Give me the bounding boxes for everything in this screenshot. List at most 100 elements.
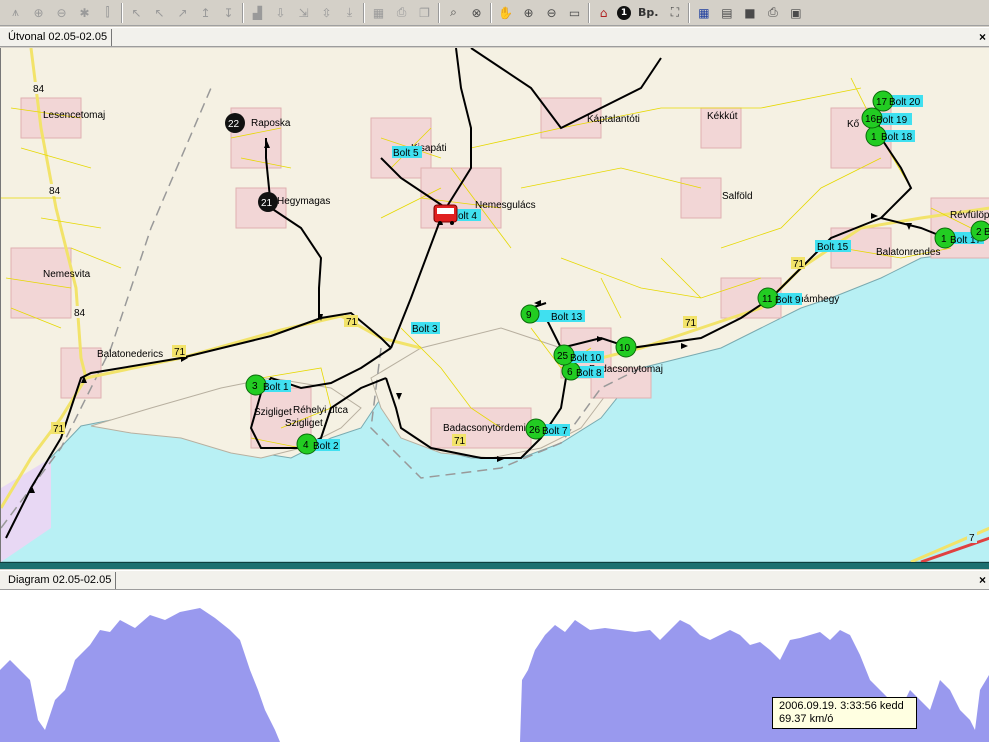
number-one-icon[interactable]: 1 — [617, 5, 631, 20]
ruler-icon[interactable]: ▭ — [565, 3, 584, 22]
zoom-out-icon[interactable]: ⊖ — [52, 3, 71, 22]
tooltip-timestamp: 2006.09.19. 3:33:56 kedd — [779, 700, 904, 712]
road-number: 84 — [74, 308, 86, 319]
diagram-pane-tab[interactable]: Diagram 02.05-02.05 — [4, 572, 117, 589]
pointer-delete-icon[interactable]: ↧ — [219, 3, 238, 22]
stop-number: 1 — [941, 234, 947, 245]
road-number: 71 — [793, 259, 805, 270]
print-icon[interactable]: ⎙ — [763, 3, 782, 22]
stop-number: 3 — [252, 381, 258, 392]
fullscreen-icon[interactable]: ⛶ — [665, 3, 684, 22]
download-icon[interactable]: ⇩ — [271, 3, 290, 22]
toolbar-separator — [688, 2, 691, 23]
stop-number: 11 — [762, 294, 773, 305]
printer-icon[interactable]: ⎙ — [392, 3, 411, 22]
layers-icon[interactable]: ▤ — [717, 3, 736, 22]
zoom-in-icon[interactable]: ⊕ — [29, 3, 48, 22]
stop-label: Bolt 9 — [775, 295, 801, 306]
camera-icon[interactable]: ■ — [740, 3, 759, 22]
town-label: Szigliget — [285, 418, 323, 429]
town-label: Lesencetomaj — [43, 110, 105, 121]
stop-21[interactable]: 21 — [258, 192, 278, 212]
stop-number: 16 — [865, 114, 877, 125]
pointer-icon[interactable]: ↖ — [127, 3, 146, 22]
stop-bolt-20[interactable]: 17 Bolt 20 — [872, 90, 923, 112]
table-icon[interactable]: ▦ — [369, 3, 388, 22]
town-label: Salföld — [722, 191, 753, 202]
stop-label: Bolt 19 — [876, 115, 908, 126]
zoom-fit-icon[interactable]: ⊗ — [467, 3, 486, 22]
town-label: Révfülöp — [950, 210, 989, 221]
grid-icon[interactable]: ▦ — [694, 3, 713, 22]
toolbar-separator — [242, 2, 244, 23]
stop-bolt-3[interactable]: Bolt 3 — [411, 322, 440, 335]
chart-icon[interactable]: ▟ — [248, 3, 267, 22]
stop-number: 1 — [871, 132, 877, 143]
stop-label: Bolt 20 — [889, 97, 921, 108]
stop-number: 22 — [228, 119, 240, 130]
route-tool-icon[interactable]: ⫿ — [98, 3, 117, 22]
pane-splitter[interactable] — [0, 562, 989, 569]
budapest-label-icon[interactable]: Bp. — [635, 3, 661, 22]
road-number: 71 — [174, 347, 186, 358]
stop-number: 2 — [976, 227, 982, 238]
stop-number: 26 — [529, 425, 541, 436]
toolbar-separator — [438, 2, 440, 23]
town-label: Nemesvita — [43, 269, 91, 280]
stop-number: 4 — [303, 440, 309, 451]
town-label: Balatonrendes — [876, 247, 941, 258]
stop-number: 25 — [557, 351, 569, 362]
stop-bolt-15[interactable]: Bolt 15 — [815, 240, 851, 253]
route-map[interactable]: Lesencetomaj Raposka Hegymagas Kisapáti … — [0, 48, 989, 562]
stop-10[interactable]: 10 — [615, 336, 637, 358]
road-number: 71 — [346, 317, 358, 328]
stop-label: Bolt 15 — [817, 242, 849, 253]
stop-label: Bolt 18 — [881, 132, 913, 143]
tooltip-speed: 69.37 km/ó — [779, 713, 834, 725]
map-pane-close-button[interactable]: × — [979, 29, 986, 46]
town-label: Kékkút — [707, 111, 738, 122]
stop-bolt-5[interactable]: Bolt 5 — [392, 146, 422, 159]
save-down-icon[interactable]: ⤓ — [340, 3, 359, 22]
diagram-pane-header: Diagram 02.05-02.05 × — [0, 570, 989, 590]
hand-pan-icon[interactable]: ✋ — [496, 3, 515, 22]
town-label: Kő — [847, 119, 860, 130]
clipboard-icon[interactable]: ▣ — [786, 3, 805, 22]
stop-label: Bolt 2 — [313, 441, 339, 452]
toolbar-separator — [121, 2, 123, 23]
town-label: Réhelyi utca — [293, 405, 348, 416]
town-label: Szigliget — [254, 407, 292, 418]
export-icon[interactable]: ⇲ — [294, 3, 313, 22]
map-pane-tab[interactable]: Útvonal 02.05-02.05 — [4, 29, 113, 46]
magnify-minus-icon[interactable]: ⊖ — [542, 3, 561, 22]
stop-label: olt 4 — [458, 211, 477, 222]
stop-label: Bolt 13 — [551, 312, 583, 323]
copy-icon[interactable]: ❐ — [415, 3, 434, 22]
stop-label: B — [984, 227, 989, 238]
zoom-reset-icon[interactable]: ✱ — [75, 3, 94, 22]
town-label: Badacsonytördemic — [443, 423, 531, 434]
zoom-window-icon[interactable]: ⌕ — [444, 3, 463, 22]
road-number: 84 — [49, 186, 61, 197]
diagram-pane-close-button[interactable]: × — [979, 572, 986, 589]
road-number: 84 — [33, 84, 45, 95]
home-icon[interactable]: ⌂ — [594, 3, 613, 22]
magnify-plus-icon[interactable]: ⊕ — [519, 3, 538, 22]
stop-bolt-13[interactable]: 9 Bolt 13 — [520, 304, 585, 324]
zoom-extent-icon[interactable]: ⩚ — [6, 3, 25, 22]
import-icon[interactable]: ⇳ — [317, 3, 336, 22]
stop-22[interactable]: 22 — [225, 113, 245, 133]
town-label: Káptalantóti — [587, 114, 640, 125]
toolbar-separator — [363, 2, 365, 23]
stop-bolt-17b[interactable]: 2 B — [970, 220, 989, 242]
town-label: Nemesgulács — [475, 200, 536, 211]
stop-label: Bolt 10 — [570, 353, 602, 364]
pointer-add-icon[interactable]: ↖ — [150, 3, 169, 22]
map-canvas[interactable]: Lesencetomaj Raposka Hegymagas Kisapáti … — [1, 48, 989, 562]
pointer-move-icon[interactable]: ↗ — [173, 3, 192, 22]
road-number: 71 — [685, 318, 697, 329]
pointer-edit-icon[interactable]: ↥ — [196, 3, 215, 22]
main-toolbar: ⩚ ⊕ ⊖ ✱ ⫿ ↖ ↖ ↗ ↥ ↧ ▟ ⇩ ⇲ ⇳ ⤓ ▦ ⎙ ❐ ⌕ ⊗ ✋ ⊕ ⊖ ▭ ⌂ 1 Bp. ⛶ ▦ ▤ ■ ⎙ ▣ — [0, 0, 989, 26]
road-number: 71 — [53, 424, 65, 435]
speed-tooltip: 2006.09.19. 3:33:56 kedd 69.37 km/ó — [772, 697, 917, 729]
